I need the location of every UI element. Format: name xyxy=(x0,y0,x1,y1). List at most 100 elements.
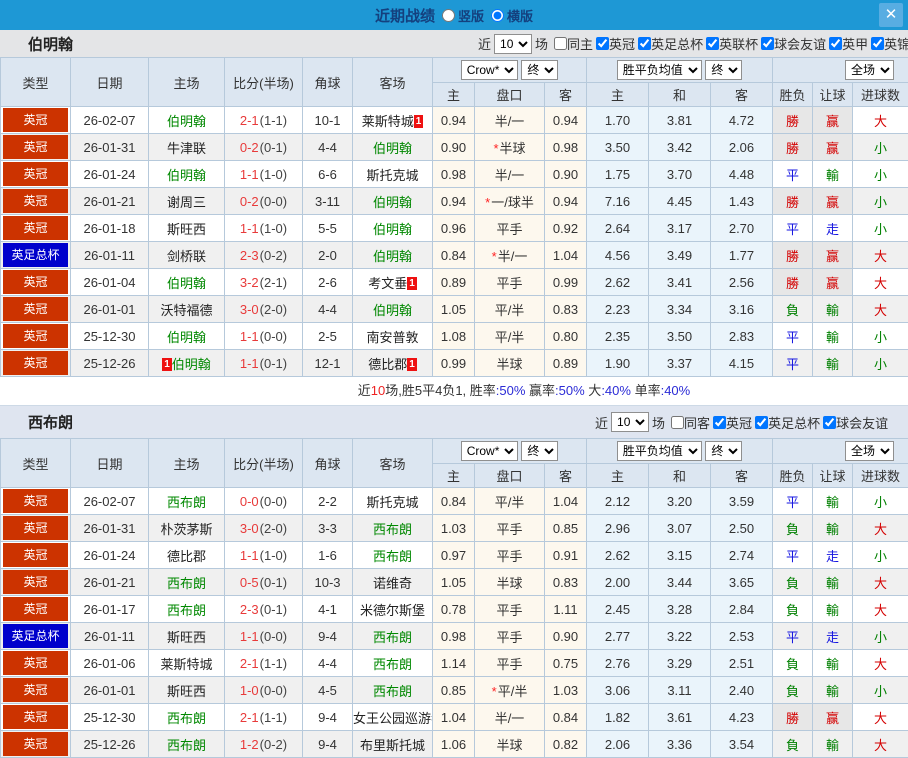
halftime-score: (1-0) xyxy=(260,167,287,182)
cell-avg-draw: 3.50 xyxy=(649,323,711,350)
cell-avg-away: 2.50 xyxy=(711,515,773,542)
checkbox-input[interactable] xyxy=(823,416,836,429)
cell-handicap: 半/一 xyxy=(475,161,545,188)
cell-corner: 4-4 xyxy=(303,296,353,323)
final-odds-select-1[interactable]: 终 xyxy=(521,441,558,461)
asterisk: * xyxy=(485,195,490,210)
cell-avg-draw: 3.07 xyxy=(649,515,711,542)
cell-corner: 3-11 xyxy=(303,188,353,215)
cell-avg-away: 3.65 xyxy=(711,569,773,596)
cell-odds-away: 0.83 xyxy=(545,296,587,323)
cell-type: 英冠 xyxy=(1,542,71,569)
match-row: 英足总杯26-01-11斯旺西1-1(0-0)9-4西布朗0.98平手0.902… xyxy=(1,623,908,650)
games-label: 场 xyxy=(535,34,548,53)
filter-checkbox-英冠[interactable]: 英冠 xyxy=(713,413,752,432)
cell-avg-away: 4.15 xyxy=(711,350,773,377)
cell-odds-home: 1.06 xyxy=(433,731,475,758)
cell-handicap: *平/半 xyxy=(475,677,545,704)
games-count-select[interactable]: 10 xyxy=(494,34,532,54)
scope-select[interactable]: 全场 xyxy=(845,441,894,461)
col-header-wdl: 胜负 xyxy=(773,83,813,107)
final-odds-select-1[interactable]: 终 xyxy=(521,60,558,80)
cell-corner: 4-1 xyxy=(303,596,353,623)
checkbox-input[interactable] xyxy=(755,416,768,429)
summary-segment: 近 xyxy=(358,383,371,398)
cell-odds-away: 0.94 xyxy=(545,188,587,215)
scope-select[interactable]: 全场 xyxy=(845,60,894,80)
checkbox-input[interactable] xyxy=(871,37,884,50)
filter-checkbox-英甲[interactable]: 英甲 xyxy=(829,34,868,53)
checkbox-input[interactable] xyxy=(713,416,726,429)
cell-date: 26-01-24 xyxy=(71,161,149,188)
cell-result-handicap: 赢 xyxy=(813,704,853,731)
cell-home-team: 伯明翰 xyxy=(149,107,225,134)
cell-away-team: 西布朗 xyxy=(353,623,433,650)
close-icon[interactable]: ✕ xyxy=(879,3,903,27)
team-name-heading: 伯明翰 xyxy=(28,33,73,54)
cell-type: 英冠 xyxy=(1,215,71,242)
cell-odds-home: 0.85 xyxy=(433,677,475,704)
cell-avg-draw: 3.81 xyxy=(649,107,711,134)
avg-select[interactable]: 胜平负均值 xyxy=(617,60,702,80)
cell-score: 1-1(1-0) xyxy=(225,215,303,242)
bookmaker-select[interactable]: Crow* xyxy=(461,441,518,461)
checkbox-input[interactable] xyxy=(596,37,609,50)
cell-result-handicap: 輸 xyxy=(813,296,853,323)
cell-avg-home: 3.06 xyxy=(587,677,649,704)
cell-result-goals: 大 xyxy=(853,650,908,677)
final-odds-select-2[interactable]: 终 xyxy=(705,60,742,80)
filter-checkbox-同客[interactable]: 同客 xyxy=(671,413,710,432)
checkbox-input[interactable] xyxy=(761,37,774,50)
cell-result-handicap: 輸 xyxy=(813,569,853,596)
cell-avg-away: 2.51 xyxy=(711,650,773,677)
cell-odds-home: 0.94 xyxy=(433,107,475,134)
match-row: 英冠26-01-06莱斯特城2-1(1-1)4-4西布朗1.14平手0.752.… xyxy=(1,650,908,677)
filter-checkbox-英锦赛[interactable]: 英锦赛 xyxy=(871,34,908,53)
games-count-select[interactable]: 10 xyxy=(611,412,649,432)
cell-date: 26-01-01 xyxy=(71,296,149,323)
horizontal-radio[interactable] xyxy=(491,9,504,22)
checkbox-input[interactable] xyxy=(829,37,842,50)
final-odds-select-2[interactable]: 终 xyxy=(705,441,742,461)
view-option-horizontal[interactable]: 横版 xyxy=(491,6,533,25)
checkbox-input[interactable] xyxy=(638,37,651,50)
team-name: 考文垂 xyxy=(368,276,407,291)
filter-checkbox-同主[interactable]: 同主 xyxy=(554,34,593,53)
cell-avg-draw: 4.45 xyxy=(649,188,711,215)
filter-checkbox-英足总杯[interactable]: 英足总杯 xyxy=(755,413,820,432)
checkbox-input[interactable] xyxy=(554,37,567,50)
fulltime-score: 2-1 xyxy=(240,710,259,725)
cell-result-handicap: 輸 xyxy=(813,161,853,188)
checkbox-input[interactable] xyxy=(706,37,719,50)
col-header-away: 客场 xyxy=(353,439,433,488)
vertical-radio[interactable] xyxy=(442,9,455,22)
filter-checkbox-球会友谊[interactable]: 球会友谊 xyxy=(761,34,826,53)
col-header-odds-away: 客 xyxy=(545,83,587,107)
view-option-vertical[interactable]: 竖版 xyxy=(442,6,484,25)
summary-segment: 单率 xyxy=(631,383,661,398)
match-row: 英冠26-02-07西布朗0-0(0-0)2-2斯托克城0.84平/半1.042… xyxy=(1,488,908,515)
match-row: 英冠26-01-31朴茨茅斯3-0(2-0)3-3西布朗1.03平手0.852.… xyxy=(1,515,908,542)
cell-score: 1-0(0-0) xyxy=(225,677,303,704)
league-badge: 英冠 xyxy=(3,324,68,348)
cell-avg-home: 1.70 xyxy=(587,107,649,134)
team-name: 剑桥联 xyxy=(167,249,206,264)
filter-checkbox-英足总杯[interactable]: 英足总杯 xyxy=(638,34,703,53)
cell-odds-away: 0.92 xyxy=(545,215,587,242)
cell-avg-away: 4.23 xyxy=(711,704,773,731)
cell-odds-away: 1.11 xyxy=(545,596,587,623)
checkbox-input[interactable] xyxy=(671,416,684,429)
cell-away-team: 西布朗 xyxy=(353,677,433,704)
league-badge: 英冠 xyxy=(3,543,68,567)
filter-checkbox-球会友谊[interactable]: 球会友谊 xyxy=(823,413,888,432)
filter-checkbox-英联杯[interactable]: 英联杯 xyxy=(706,34,758,53)
fulltime-score: 2-3 xyxy=(240,248,259,263)
team-name: 伯明翰 xyxy=(373,303,412,318)
cell-score: 2-1(1-1) xyxy=(225,107,303,134)
bookmaker-select[interactable]: Crow* xyxy=(461,60,518,80)
fulltime-score: 0-2 xyxy=(240,194,259,209)
filter-checkbox-英冠[interactable]: 英冠 xyxy=(596,34,635,53)
checkbox-label: 英锦赛 xyxy=(884,34,908,53)
avg-select[interactable]: 胜平负均值 xyxy=(617,441,702,461)
team-name: 西布朗 xyxy=(167,738,206,753)
